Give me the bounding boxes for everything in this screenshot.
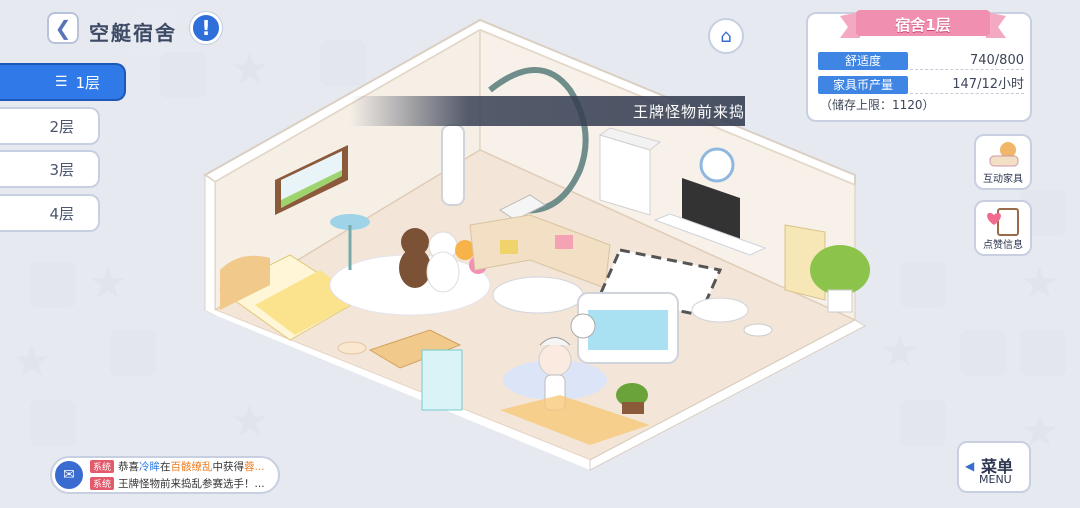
stat-label: 舒适度 bbox=[818, 52, 908, 70]
floor-tab-1[interactable]: ☰ 1层 bbox=[0, 63, 126, 101]
chat-message: 系统 恭喜冷眸在百骸缭乱中获得蓉... bbox=[90, 459, 265, 474]
chat-text: 王牌怪物前来捣乱参赛选手！... bbox=[118, 478, 265, 490]
storage-limit: （储存上限：1120） bbox=[820, 98, 935, 112]
interactive-furniture-icon bbox=[989, 142, 1019, 167]
banner-text: 王牌怪物前来捣 bbox=[632, 103, 745, 121]
chat-player-name: 冷眸 bbox=[139, 461, 161, 473]
coffee-table bbox=[492, 276, 584, 314]
floor-tab-label: 3层 bbox=[49, 160, 74, 179]
stat-label: 家具币产量 bbox=[818, 76, 908, 94]
info-button[interactable]: ! bbox=[190, 12, 222, 44]
exclamation-icon: ! bbox=[201, 16, 211, 40]
stat-value: 147/12小时 bbox=[952, 77, 1024, 92]
chat-bubble-icon[interactable]: ✉ bbox=[53, 459, 85, 491]
floor-tab-label: 1层 bbox=[75, 73, 100, 92]
wall-clock bbox=[699, 147, 735, 183]
floor-tab-label: 4层 bbox=[49, 204, 74, 223]
chat-text: 在 bbox=[160, 461, 171, 473]
notice-banner: 王牌怪物前来捣 bbox=[350, 96, 745, 126]
system-tag: 系统 bbox=[90, 477, 115, 490]
menu-label-en: MENU bbox=[979, 473, 1012, 486]
home-button[interactable]: ⌂ bbox=[708, 18, 744, 54]
floor-tab-3[interactable]: 3层 bbox=[0, 150, 100, 188]
side-table bbox=[691, 297, 749, 323]
stat-coin-output: 家具币产量 147/12小时 bbox=[818, 76, 1024, 94]
floor-layers-icon: ☰ bbox=[54, 74, 68, 90]
divider bbox=[910, 93, 1024, 94]
divider bbox=[910, 69, 1024, 70]
page-title: 空艇宿舍 bbox=[89, 21, 177, 45]
system-tag: 系统 bbox=[90, 460, 115, 473]
dorm-room-scene[interactable] bbox=[200, 10, 880, 490]
side-button-label: 互动家具 bbox=[983, 174, 1023, 185]
chat-event-name: 百骸缭乱 bbox=[170, 461, 213, 473]
menu-button[interactable]: ◀ 菜单 MENU bbox=[957, 441, 1031, 493]
home-icon: ⌂ bbox=[720, 25, 732, 47]
floor-tab-2[interactable]: 2层 bbox=[0, 107, 100, 145]
stat-comfort: 舒适度 740/800 bbox=[818, 52, 1024, 70]
caret-left-icon: ◀ bbox=[965, 459, 975, 473]
chat-reward: 蓉... bbox=[244, 461, 265, 473]
air-purifier bbox=[441, 124, 465, 206]
chevron-left-icon: ❮ bbox=[54, 16, 72, 40]
interactive-furniture-button[interactable]: 互动家具 bbox=[974, 134, 1032, 190]
side-button-label: 点赞信息 bbox=[983, 240, 1023, 251]
chat-text: 中获得 bbox=[212, 461, 245, 473]
chat-text: 恭喜 bbox=[118, 461, 140, 473]
dorm-floor-title: 宿舍1层 bbox=[895, 16, 951, 34]
floor-tab-label: 2层 bbox=[49, 117, 74, 136]
chat-message: 系统 王牌怪物前来捣乱参赛选手！... bbox=[90, 476, 265, 491]
stat-value: 740/800 bbox=[969, 53, 1024, 68]
floor-tab-4[interactable]: 4层 bbox=[0, 194, 100, 232]
back-button[interactable]: ❮ bbox=[47, 12, 79, 44]
like-info-icon bbox=[987, 208, 1019, 236]
like-info-button[interactable]: 点赞信息 bbox=[974, 200, 1032, 256]
